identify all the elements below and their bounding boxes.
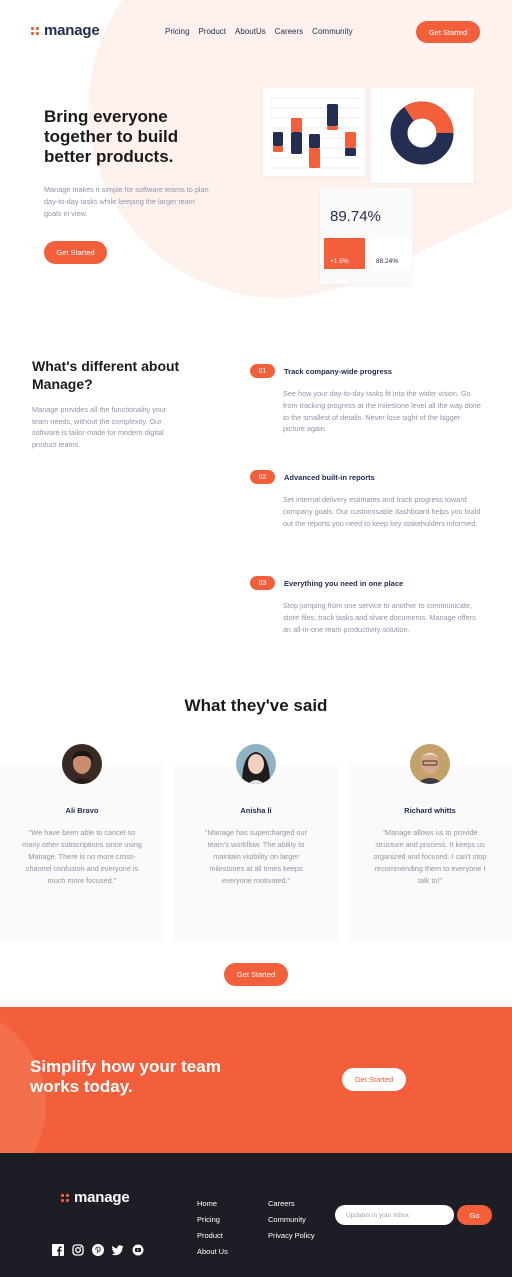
footer-link-careers[interactable]: Careers bbox=[268, 1196, 315, 1212]
testimonial-quote: "Manage has supercharged our team's work… bbox=[205, 828, 307, 885]
twitter-icon[interactable] bbox=[112, 1244, 124, 1256]
site-footer: manage Home Pricing Product About Us Car… bbox=[0, 1153, 512, 1277]
cta-title: Simplify how your team works today. bbox=[30, 1057, 221, 1096]
header-get-started-button[interactable]: Get Started bbox=[416, 21, 480, 43]
avatar bbox=[62, 744, 102, 784]
stat-change-value: +1.5% bbox=[330, 258, 349, 265]
feature-number-badge: 03 bbox=[250, 576, 275, 590]
hero-description: Manage makes it simple for software team… bbox=[44, 185, 209, 218]
feature-title: Everything you need in one place bbox=[284, 579, 404, 588]
logo[interactable]: manage bbox=[31, 22, 100, 39]
feature-title: Track company-wide progress bbox=[284, 367, 392, 376]
nav-link-community[interactable]: Community bbox=[312, 27, 352, 36]
footer-link-pricing[interactable]: Pricing bbox=[197, 1212, 228, 1228]
footer-link-privacy-policy[interactable]: Privacy Policy bbox=[268, 1228, 315, 1244]
donut-chart-illustration bbox=[371, 88, 474, 183]
bar-chart-graphic bbox=[269, 97, 359, 169]
testimonials-title: What they've said bbox=[184, 696, 328, 715]
social-links bbox=[52, 1244, 144, 1256]
footer-link-product[interactable]: Product bbox=[197, 1228, 228, 1244]
footer-link-about-us[interactable]: About Us bbox=[197, 1244, 228, 1260]
hero-title: Bring everyone together to build better … bbox=[44, 107, 179, 166]
youtube-icon[interactable] bbox=[132, 1244, 144, 1256]
site-header: manage Pricing Product AboutUs Careers C… bbox=[0, 0, 512, 64]
facebook-icon[interactable] bbox=[52, 1244, 64, 1256]
nav-link-pricing[interactable]: Pricing bbox=[165, 27, 189, 36]
testimonial-name: Anisha li bbox=[240, 806, 272, 815]
footer-links-col-1: Home Pricing Product About Us bbox=[197, 1196, 228, 1260]
logo-mark-icon bbox=[31, 26, 39, 35]
footer-link-community[interactable]: Community bbox=[268, 1212, 315, 1228]
stat-change-tile: +1.5% bbox=[324, 238, 365, 269]
logo-text: manage bbox=[44, 22, 100, 39]
nav-link-about-us[interactable]: AboutUs bbox=[235, 27, 266, 36]
instagram-icon[interactable] bbox=[72, 1244, 84, 1256]
feature-title: Advanced built-in reports bbox=[284, 473, 375, 482]
avatar bbox=[236, 744, 276, 784]
donut-chart-graphic bbox=[390, 101, 454, 165]
features-title: What's different about Manage? bbox=[32, 358, 180, 392]
newsletter-go-button[interactable]: Go bbox=[457, 1205, 492, 1225]
footer-logo[interactable]: manage bbox=[61, 1189, 130, 1206]
pinterest-icon[interactable] bbox=[92, 1244, 104, 1256]
stat-secondary-value: 88.24% bbox=[376, 258, 399, 265]
stats-card: 89.74% +1.5% 88.24% bbox=[320, 188, 413, 284]
avatar bbox=[410, 744, 450, 784]
testimonial-name: Richard whitts bbox=[404, 806, 456, 815]
testimonial-quote: "We have been able to cancel so many oth… bbox=[22, 828, 142, 885]
nav-link-product[interactable]: Product bbox=[198, 27, 226, 36]
main-nav: Pricing Product AboutUs Careers Communit… bbox=[165, 27, 353, 36]
features-description: Manage provides all the functionality yo… bbox=[32, 405, 167, 449]
footer-logo-text: manage bbox=[74, 1189, 130, 1206]
feature-number-badge: 02 bbox=[250, 470, 275, 484]
feature-number-badge: 01 bbox=[250, 364, 275, 378]
hero-get-started-button[interactable]: Get Started bbox=[44, 241, 107, 264]
stat-main-value: 89.74% bbox=[330, 208, 381, 225]
cta-get-started-button[interactable]: Get Started bbox=[342, 1068, 406, 1091]
cta-banner: Simplify how your team works today. Get … bbox=[0, 1007, 512, 1153]
testimonial-quote: "Manage allows us to provide structure a… bbox=[373, 828, 487, 885]
testimonial-card: Richard whitts "Manage allows us to prov… bbox=[348, 766, 512, 942]
feature-text: Stop jumping from one service to another… bbox=[283, 601, 476, 634]
testimonial-name: Ali Bravo bbox=[65, 806, 99, 815]
testimonials-get-started-button[interactable]: Get Started bbox=[224, 963, 288, 986]
newsletter-email-input[interactable] bbox=[335, 1205, 454, 1225]
testimonial-card: Anisha li "Manage has supercharged our t… bbox=[174, 766, 338, 942]
testimonial-card: Ali Bravo "We have been able to cancel s… bbox=[0, 766, 164, 942]
bar-chart-illustration bbox=[263, 88, 365, 176]
feature-text: See how your day-to-day tasks fit into t… bbox=[283, 389, 481, 434]
footer-link-home[interactable]: Home bbox=[197, 1196, 228, 1212]
stat-secondary-tile: 88.24% bbox=[372, 238, 411, 269]
feature-text: Set internal delivery estimates and trac… bbox=[283, 495, 481, 528]
logo-mark-icon bbox=[61, 1193, 69, 1202]
footer-links-col-2: Careers Community Privacy Policy bbox=[268, 1196, 315, 1244]
nav-link-careers[interactable]: Careers bbox=[275, 27, 303, 36]
